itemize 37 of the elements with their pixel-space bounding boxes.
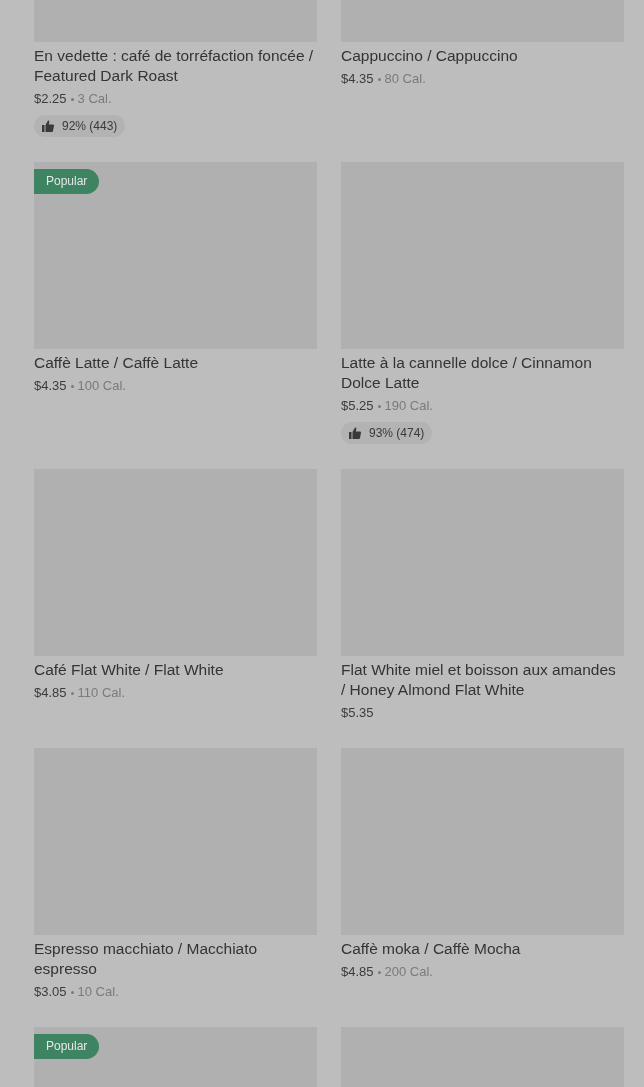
product-title[interactable]: Latte à la cannelle dolce / Cinnamon Dolce Latte xyxy=(341,353,624,393)
popular-badge: Popular xyxy=(34,1034,100,1059)
price: $4.85 xyxy=(341,963,374,981)
calories: 100 Cal. xyxy=(77,377,126,395)
product-title[interactable]: Caffè moka / Caffè Mocha xyxy=(341,939,624,959)
calories: 110 Cal. xyxy=(77,684,125,702)
price: $4.35 xyxy=(34,377,67,395)
calories: 3 Cal. xyxy=(77,90,112,108)
separator-dot xyxy=(377,77,381,81)
thumbs-up-icon xyxy=(349,427,361,439)
thumbs-up-icon xyxy=(42,120,54,132)
separator-dot xyxy=(70,97,74,101)
calories: 190 Cal. xyxy=(384,397,433,415)
separator-dot xyxy=(70,384,74,388)
popular-badge: Popular xyxy=(34,169,100,194)
calories: 200 Cal. xyxy=(384,963,433,981)
separator-dot xyxy=(70,691,74,695)
price: $2.25 xyxy=(34,90,67,108)
calories: 80 Cal. xyxy=(384,70,426,88)
price: $4.35 xyxy=(341,70,374,88)
separator-dot xyxy=(70,990,74,994)
calories: 10 Cal. xyxy=(77,983,119,1001)
price: $4.85 xyxy=(34,684,67,702)
separator-dot xyxy=(377,970,381,974)
separator-dot xyxy=(377,404,381,408)
product-title[interactable]: En vedette : café de torréfaction foncée / Featured Dark Roast xyxy=(34,46,317,86)
product-title[interactable]: Flat White miel et boisson aux amandes / Honey Almond Flat White xyxy=(341,660,624,700)
product-title[interactable]: Espresso macchiato / Macchiato espresso xyxy=(34,939,317,979)
product-title[interactable]: Caffè Latte / Caffè Latte xyxy=(34,353,317,373)
rating-chip: 92% (443) xyxy=(34,115,126,137)
product-title[interactable]: Cappuccino / Cappuccino xyxy=(341,46,624,66)
price: $5.35 xyxy=(341,704,374,722)
image-placeholder[interactable] xyxy=(34,162,317,349)
rating-chip: 93% (474) xyxy=(341,422,433,444)
product-title[interactable]: Café Flat White / Flat White xyxy=(34,660,317,680)
price: $3.05 xyxy=(34,983,67,1001)
price: $5.25 xyxy=(341,397,374,415)
